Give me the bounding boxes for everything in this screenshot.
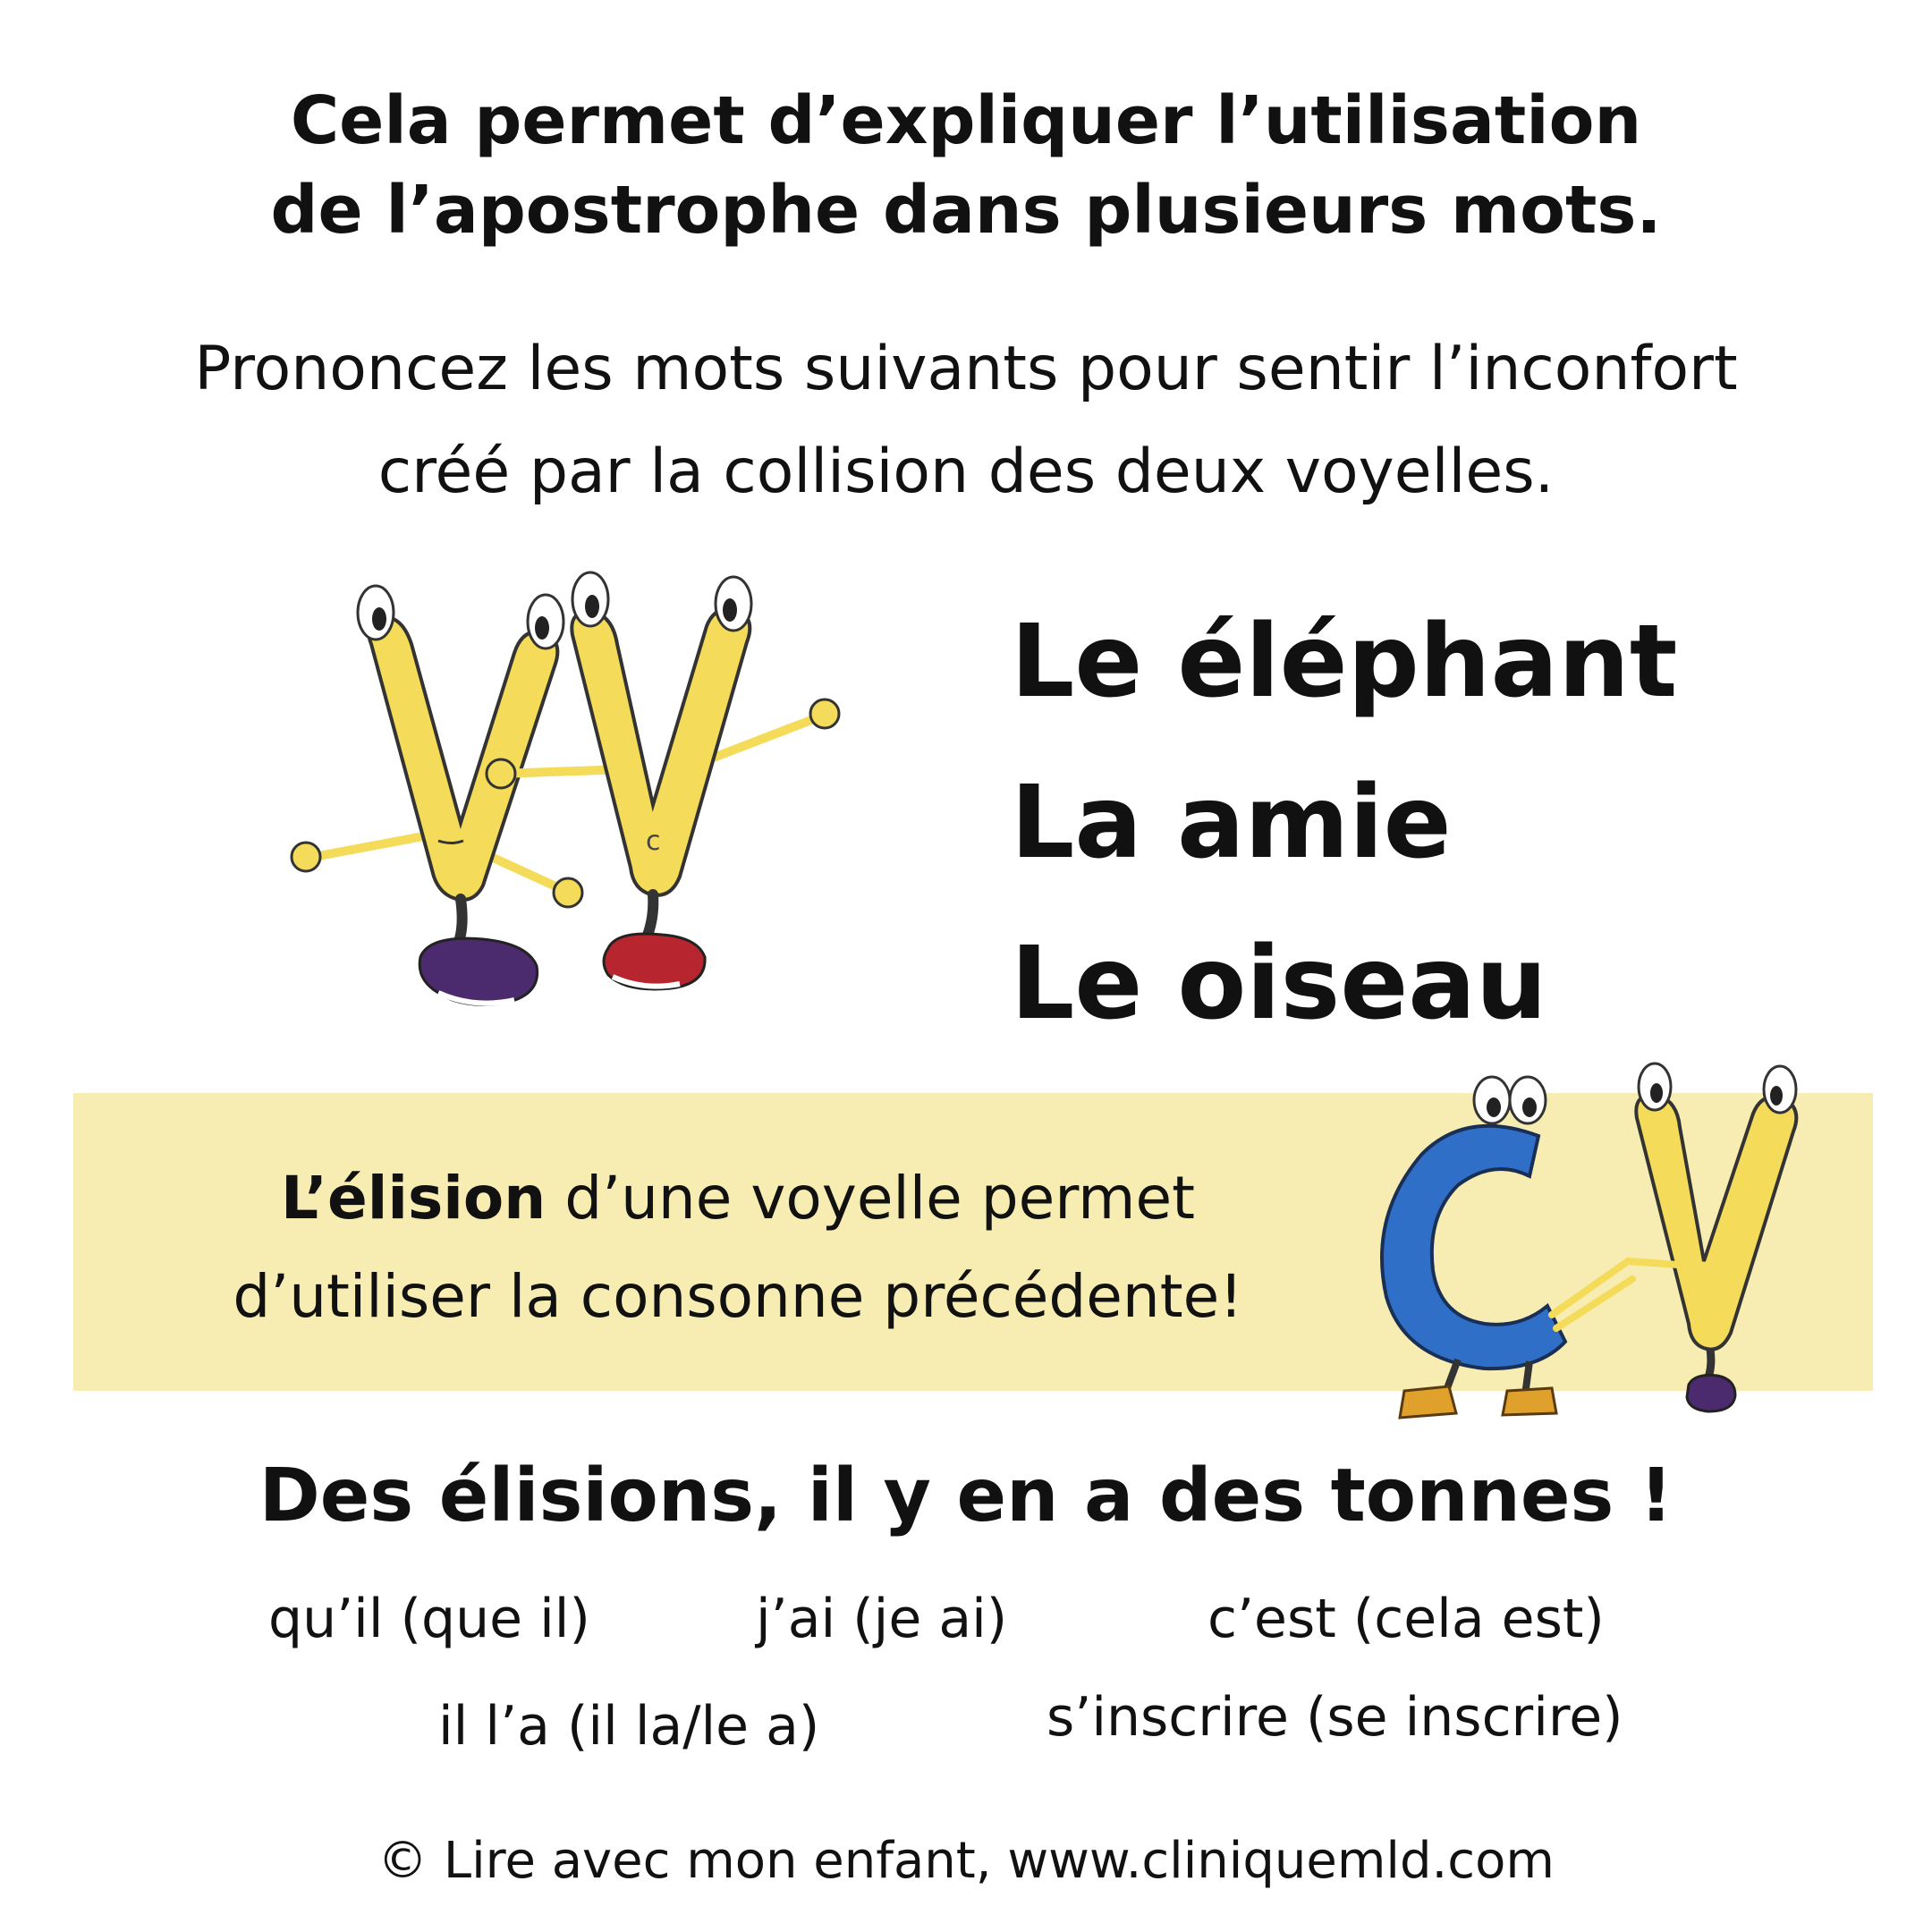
elision-line-1-rest: d’une voyelle permet	[546, 1164, 1195, 1233]
elisions-heading: Des élisions, il y en a des tonnes !	[258, 1453, 1674, 1538]
consonant-vowel-illustration	[1380, 1062, 1799, 1419]
elision-line-1: L’élision d’une voyelle permet	[179, 1149, 1297, 1248]
instructions: Prononcez les mots suivants pour sentir …	[0, 318, 1932, 523]
vowel-character-left	[290, 584, 584, 1006]
page-title: Cela permet d’expliquer l’utilisation de…	[0, 76, 1932, 255]
elision-explanation: L’élision d’une voyelle permet d’utilise…	[179, 1149, 1297, 1346]
elision-line-2: d’utiliser la consonne précédente!	[233, 1262, 1243, 1331]
title-line-2: de l’apostrophe dans plusieurs mots.	[270, 172, 1662, 249]
instructions-line-1: Prononcez les mots suivants pour sentir …	[194, 334, 1738, 404]
elision-example-2: j’ai (je ai)	[756, 1588, 1008, 1650]
example-word-3: Le oiseau	[1011, 926, 1547, 1042]
elision-example-4: il l’a (il la/le a)	[438, 1695, 820, 1758]
vowel-letter-mark: c	[646, 826, 661, 857]
elision-example-5: s’inscrire (se inscrire)	[1046, 1686, 1623, 1749]
dancing-vowels-illustration: c	[290, 571, 841, 1006]
example-word-2: La amie	[1011, 765, 1452, 881]
example-word-1: Le éléphant	[1011, 604, 1678, 720]
copyright-footer: © Lire avec mon enfant, www.cliniquemld.…	[377, 1832, 1555, 1890]
vowel-character-small	[1624, 1062, 1799, 1413]
elision-example-1: qu’il (que il)	[268, 1588, 590, 1650]
elision-keyword: L’élision	[281, 1164, 547, 1233]
consonant-character	[1380, 1075, 1636, 1419]
instructions-line-2: créé par la collision des deux voyelles.	[377, 436, 1555, 507]
title-line-1: Cela permet d’expliquer l’utilisation	[290, 82, 1642, 159]
elision-example-3: c’est (cela est)	[1208, 1588, 1605, 1650]
